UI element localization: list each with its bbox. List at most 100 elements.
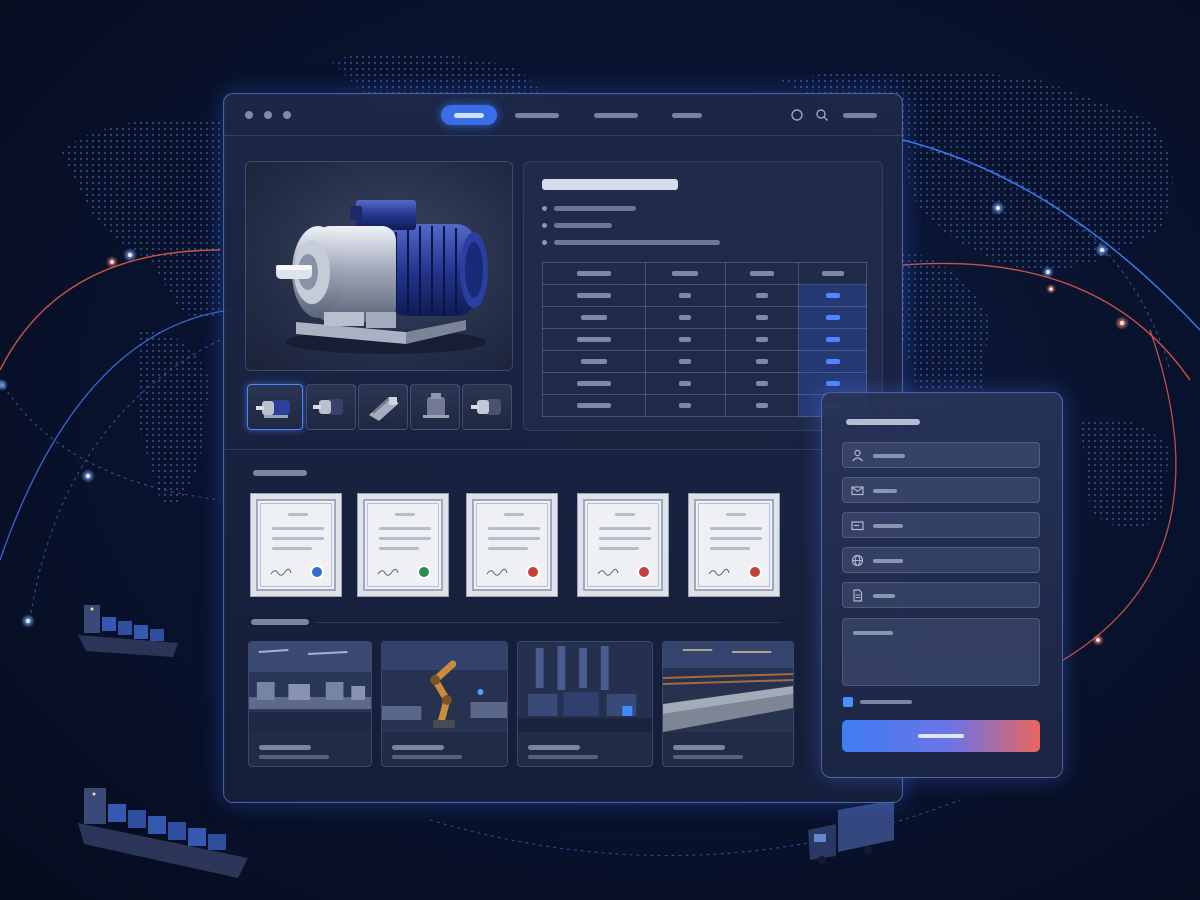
table-cell — [645, 328, 726, 351]
table-cell-highlighted — [798, 284, 867, 307]
table-cell — [541, 394, 647, 417]
browser-window — [223, 93, 903, 803]
product-thumbnail[interactable] — [462, 384, 512, 430]
factory-card-subcaption — [528, 755, 598, 759]
certificate-card[interactable] — [250, 493, 342, 597]
certificate-card[interactable] — [466, 493, 558, 597]
table-cell — [645, 372, 726, 395]
factory-card[interactable] — [381, 641, 508, 767]
seal-icon — [417, 565, 431, 579]
table-cell — [541, 372, 647, 395]
certificate-card[interactable] — [357, 493, 449, 597]
mail-icon — [851, 486, 864, 496]
factory-card[interactable] — [248, 641, 372, 767]
submit-button[interactable] — [842, 720, 1040, 752]
certificate-document — [694, 499, 774, 591]
product-hero-image[interactable] — [245, 161, 513, 371]
nav-tab-2[interactable] — [511, 105, 563, 125]
motor-thumbnail-icon — [423, 393, 449, 418]
robotic-arm-image — [382, 642, 507, 732]
table-cell — [541, 328, 647, 351]
window-control-dot[interactable] — [245, 111, 253, 119]
motor-thumbnail-icon — [313, 399, 343, 415]
table-row[interactable] — [541, 372, 867, 395]
factory-card-caption — [392, 745, 444, 750]
message-textarea[interactable] — [842, 618, 1040, 686]
spec-bullet-text — [554, 206, 636, 211]
table-cell — [724, 372, 800, 395]
table-row[interactable] — [541, 284, 867, 307]
table-cell — [541, 350, 647, 373]
product-title — [542, 179, 678, 190]
consent-label — [860, 700, 912, 704]
certificate-document — [472, 499, 552, 591]
email-field[interactable] — [842, 477, 1040, 503]
table-cell — [541, 284, 647, 307]
globe-icon — [851, 554, 864, 567]
product-thumbnail[interactable] — [358, 384, 408, 430]
seal-icon — [526, 565, 540, 579]
factory-section-divider — [316, 622, 781, 623]
field-placeholder — [873, 594, 895, 598]
field-placeholder — [873, 524, 903, 528]
bullet-icon — [542, 223, 547, 228]
factory-card-caption — [528, 745, 580, 750]
factory-production-line-image — [249, 642, 371, 732]
certificates-section-label — [253, 470, 307, 476]
country-field[interactable] — [842, 547, 1040, 573]
product-thumbnail[interactable] — [247, 384, 303, 430]
nav-tab-label — [594, 112, 638, 118]
submit-button-label — [918, 734, 964, 738]
contact-form-card — [821, 392, 1063, 778]
electric-motor-image — [276, 200, 488, 354]
textarea-placeholder — [853, 631, 893, 635]
company-field[interactable] — [842, 512, 1040, 538]
signature-icon — [708, 568, 730, 576]
certificate-card[interactable] — [577, 493, 669, 597]
section-divider — [224, 449, 902, 450]
product-thumbnail[interactable] — [306, 384, 356, 430]
motor-thumbnail-icon — [256, 400, 290, 418]
certificate-card[interactable] — [688, 493, 780, 597]
table-cell — [645, 284, 726, 307]
motor-thumbnail-icon — [471, 399, 501, 415]
table-row[interactable] — [541, 306, 867, 329]
form-title — [846, 419, 920, 425]
factory-section-label — [251, 619, 309, 625]
factory-card-subcaption — [259, 755, 329, 759]
bullet-icon — [542, 240, 547, 245]
cargo-ship-icon — [78, 605, 178, 657]
table-cell — [541, 306, 647, 329]
subject-field[interactable] — [842, 582, 1040, 608]
nav-tab-1[interactable] — [441, 105, 497, 125]
topbar-menu-placeholder[interactable] — [843, 113, 877, 118]
factory-card[interactable] — [517, 641, 653, 767]
signature-icon — [377, 568, 399, 576]
name-field[interactable] — [842, 442, 1040, 468]
consent-checkbox[interactable] — [843, 697, 853, 707]
signature-icon — [597, 568, 619, 576]
window-control-dot[interactable] — [283, 111, 291, 119]
window-control-dot[interactable] — [264, 111, 272, 119]
product-thumbnail[interactable] — [410, 384, 460, 430]
table-row[interactable] — [541, 394, 867, 417]
table-cell — [724, 394, 800, 417]
nav-tab-3[interactable] — [590, 105, 642, 125]
table-cell — [645, 350, 726, 373]
spec-bullet-text — [554, 223, 612, 228]
window-topbar — [224, 94, 902, 136]
truck-icon — [808, 800, 894, 864]
spec-table-header — [541, 262, 647, 285]
nav-tab-label — [672, 112, 702, 118]
table-row[interactable] — [541, 350, 867, 373]
nav-tab-label — [515, 112, 559, 118]
nav-tab-4[interactable] — [670, 105, 704, 125]
factory-card[interactable] — [662, 641, 794, 767]
circle-icon[interactable] — [790, 108, 804, 122]
table-row[interactable] — [541, 328, 867, 351]
search-icon[interactable] — [815, 108, 829, 122]
certificate-document — [583, 499, 663, 591]
table-cell — [724, 350, 800, 373]
field-placeholder — [873, 454, 905, 458]
seal-icon — [748, 565, 762, 579]
